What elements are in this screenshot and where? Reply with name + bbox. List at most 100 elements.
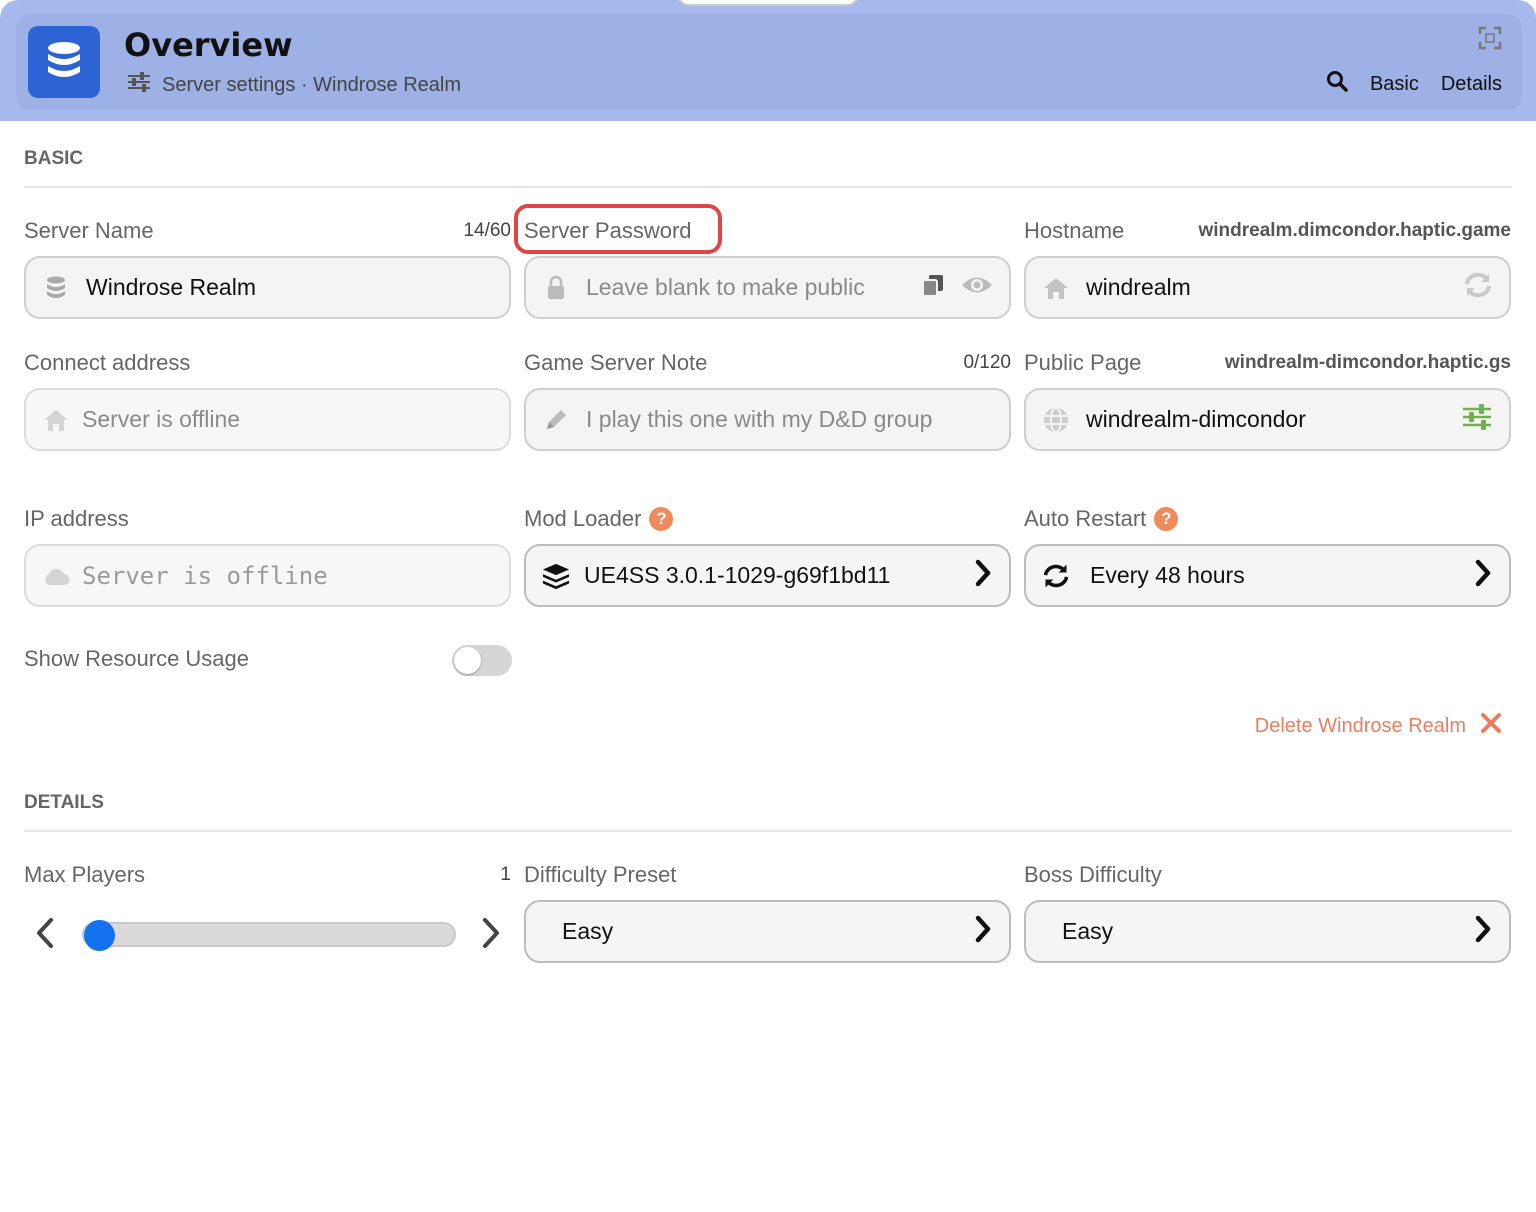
section-divider	[24, 186, 1512, 188]
boss-difficulty-select[interactable]: Easy	[1024, 900, 1511, 963]
game-server-note-label-row: Game Server Note 0/120	[524, 348, 1011, 378]
chevron-right-icon	[973, 915, 993, 948]
public-page-label-row: Public Page windrealm-dimcondor.haptic.g…	[1024, 348, 1511, 378]
boss-difficulty-label-row: Boss Difficulty	[1024, 860, 1511, 890]
difficulty-preset-value: Easy	[562, 918, 614, 944]
mod-loader-label: Mod Loader ?	[524, 506, 674, 532]
nav-basic[interactable]: Basic	[1370, 73, 1419, 96]
database-icon	[42, 275, 70, 301]
public-page-field[interactable]: windrealm-dimcondor	[1024, 388, 1511, 451]
ip-address-label-row: IP address	[24, 504, 511, 534]
help-icon[interactable]: ?	[1154, 507, 1179, 531]
mod-loader-label-row: Mod Loader ?	[524, 504, 1011, 534]
chevron-right-icon	[1473, 559, 1493, 592]
delete-server-link[interactable]: Delete Windrose Realm	[1255, 712, 1502, 740]
server-name-label-row: Server Name 14/60	[24, 216, 511, 246]
layers-icon	[542, 562, 570, 590]
section-title-details: DETAILS	[24, 792, 104, 813]
mod-loader-label-text: Mod Loader	[524, 506, 642, 531]
increment-button[interactable]	[476, 915, 506, 955]
boss-difficulty-label: Boss Difficulty	[1024, 862, 1162, 887]
window-notch	[678, 0, 858, 6]
difficulty-preset-select[interactable]: Easy	[524, 900, 1011, 963]
refresh-icon[interactable]	[1463, 271, 1493, 304]
database-icon	[28, 26, 100, 98]
decrement-button[interactable]	[30, 915, 60, 955]
public-page-domain: windrealm-dimcondor.haptic.gs	[1224, 352, 1511, 373]
server-password-input[interactable]: Leave blank to make public	[586, 274, 921, 301]
mod-loader-value: UE4SS 3.0.1-1029-g69f1bd11	[584, 562, 891, 588]
auto-restart-label-text: Auto Restart	[1024, 506, 1147, 531]
auto-restart-label-row: Auto Restart ?	[1024, 504, 1511, 534]
eye-icon[interactable]	[961, 274, 993, 301]
section-title-basic: BASIC	[24, 148, 84, 169]
ip-address-value: Server is offline	[82, 561, 328, 590]
toggle-knob	[454, 647, 481, 674]
auto-restart-select[interactable]: Every 48 hours	[1024, 544, 1511, 607]
ip-address-field[interactable]: Server is offline	[24, 544, 511, 607]
header-nav: Basic Details	[1326, 70, 1502, 98]
nav-details[interactable]: Details	[1441, 73, 1502, 96]
show-resource-usage-row: Show Resource Usage	[24, 644, 444, 674]
game-server-note-label: Game Server Note	[524, 350, 708, 375]
ip-address-label: IP address	[24, 506, 129, 531]
show-resource-usage-toggle[interactable]	[452, 645, 512, 676]
chevron-right-icon	[480, 916, 502, 955]
auto-restart-value: Every 48 hours	[1090, 562, 1245, 588]
difficulty-preset-label-row: Difficulty Preset	[524, 860, 1011, 890]
game-server-note-input[interactable]: I play this one with my D&D group	[586, 406, 993, 433]
hostname-label: Hostname	[1024, 218, 1125, 243]
auto-restart-label: Auto Restart ?	[1024, 506, 1179, 532]
hostname-domain: windrealm.dimcondor.haptic.game	[1198, 220, 1511, 241]
hostname-field[interactable]: windrealm	[1024, 256, 1511, 319]
connect-address-label: Connect address	[24, 350, 191, 375]
hostname-input[interactable]: windrealm	[1086, 274, 1463, 301]
chevron-left-icon	[34, 916, 56, 955]
show-resource-usage-label: Show Resource Usage	[24, 646, 250, 671]
server-name-field[interactable]: Windrose Realm	[24, 256, 511, 319]
sliders-icon	[126, 70, 152, 100]
page-title: Overview	[124, 26, 293, 64]
public-page-input[interactable]: windrealm-dimcondor	[1086, 406, 1461, 433]
server-name-label: Server Name	[24, 218, 154, 243]
hostname-label-row: Hostname windrealm.dimcondor.haptic.game	[1024, 216, 1511, 246]
lock-icon	[542, 275, 570, 301]
breadcrumb-text: Server settings · Windrose Realm	[162, 73, 461, 96]
mod-loader-select[interactable]: UE4SS 3.0.1-1029-g69f1bd11	[524, 544, 1011, 607]
max-players-slider-thumb[interactable]	[84, 920, 115, 951]
help-icon[interactable]: ?	[649, 507, 674, 531]
sliders-icon[interactable]	[1461, 402, 1493, 437]
close-icon	[1480, 712, 1502, 740]
home-icon	[42, 408, 70, 432]
connect-address-field[interactable]: Server is offline	[24, 388, 511, 451]
max-players-value: 1	[500, 864, 511, 885]
search-icon[interactable]	[1326, 70, 1348, 98]
refresh-icon	[1042, 561, 1070, 591]
max-players-label-row: Max Players 1	[24, 860, 511, 890]
delete-server-text: Delete Windrose Realm	[1254, 714, 1466, 737]
breadcrumb: Server settings · Windrose Realm	[126, 70, 461, 100]
chevron-right-icon	[1473, 915, 1493, 948]
connect-address-label-row: Connect address	[24, 348, 511, 378]
section-divider	[24, 830, 1512, 832]
difficulty-preset-label: Difficulty Preset	[524, 862, 677, 887]
public-page-label: Public Page	[1024, 350, 1142, 375]
chevron-right-icon	[973, 559, 993, 592]
max-players-label: Max Players	[24, 862, 146, 887]
copy-icon[interactable]	[921, 273, 945, 302]
server-password-label-highlight	[514, 204, 722, 254]
cloud-icon	[42, 566, 70, 586]
header: Overview Server settings · Windrose Real…	[16, 14, 1522, 110]
boss-difficulty-value: Easy	[1062, 918, 1114, 944]
expand-icon[interactable]	[1478, 26, 1502, 55]
game-server-note-field[interactable]: I play this one with my D&D group	[524, 388, 1011, 451]
max-players-slider-track[interactable]	[82, 922, 456, 947]
home-icon	[1042, 276, 1070, 300]
server-password-field[interactable]: Leave blank to make public	[524, 256, 1011, 319]
connect-address-value: Server is offline	[82, 406, 241, 432]
pencil-icon	[542, 407, 570, 433]
server-name-input[interactable]: Windrose Realm	[86, 274, 493, 301]
server-name-counter: 14/60	[463, 220, 511, 241]
globe-icon	[1042, 406, 1070, 434]
game-server-note-counter: 0/120	[963, 352, 1011, 373]
